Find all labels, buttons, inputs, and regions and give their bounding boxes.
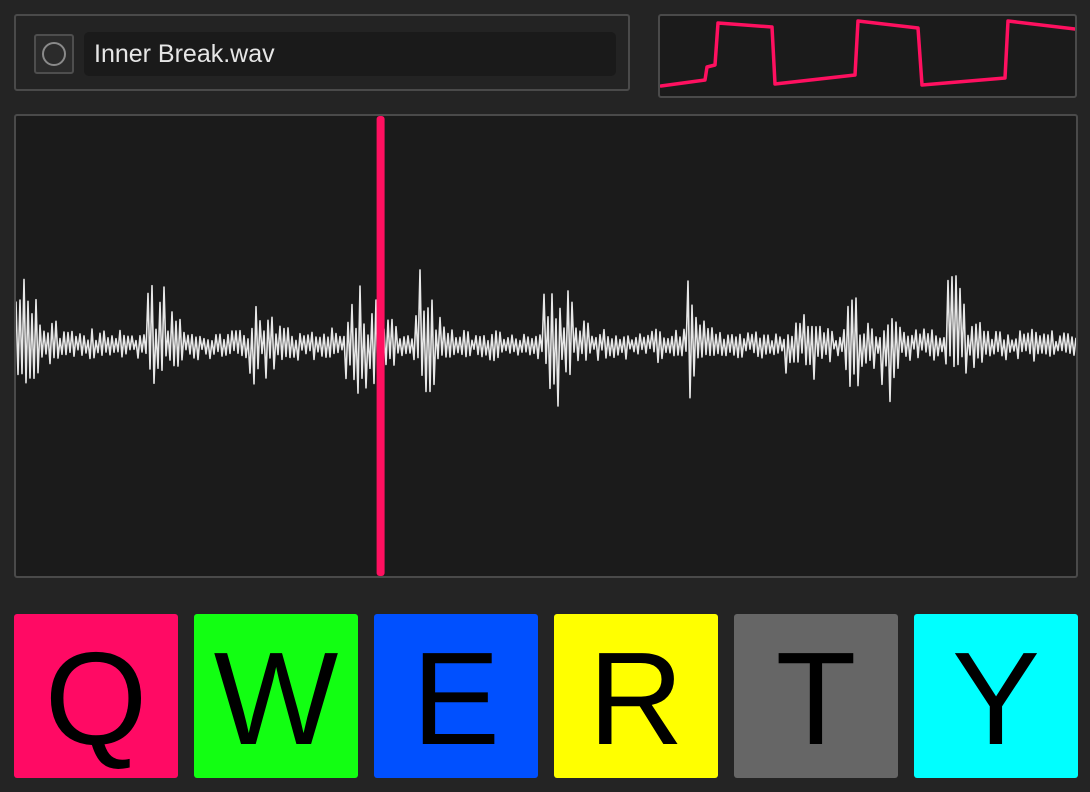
pad-key-label: W	[213, 625, 339, 772]
pad-r[interactable]: R	[554, 614, 718, 778]
lfo-curve	[660, 19, 1075, 88]
waveform-trace	[16, 269, 1076, 407]
pad-e[interactable]: E	[374, 614, 538, 778]
pad-w[interactable]: W	[194, 614, 358, 778]
filename-field[interactable]: Inner Break.wav	[84, 32, 616, 76]
pad-y[interactable]: Y	[914, 614, 1078, 778]
circle-icon	[42, 42, 66, 66]
waveform-display[interactable]	[14, 114, 1078, 578]
waveform-graph	[16, 116, 1076, 576]
pad-t[interactable]: T	[734, 614, 898, 778]
pad-grid: Q W E R T Y	[14, 614, 1078, 778]
sampler-app: Inner Break.wav Q W E R T Y	[0, 0, 1090, 792]
file-panel: Inner Break.wav	[14, 14, 630, 91]
pad-key-label: Q	[44, 625, 148, 772]
pad-key-label: R	[588, 625, 684, 772]
record-toggle-button[interactable]	[34, 34, 74, 74]
pad-key-label: T	[775, 625, 857, 772]
pad-key-label: E	[411, 625, 501, 772]
playhead[interactable]	[376, 116, 385, 576]
pad-q[interactable]: Q	[14, 614, 178, 778]
lfo-graph	[660, 19, 1075, 88]
lfo-preview[interactable]	[658, 14, 1077, 98]
pad-key-label: Y	[951, 625, 1041, 772]
